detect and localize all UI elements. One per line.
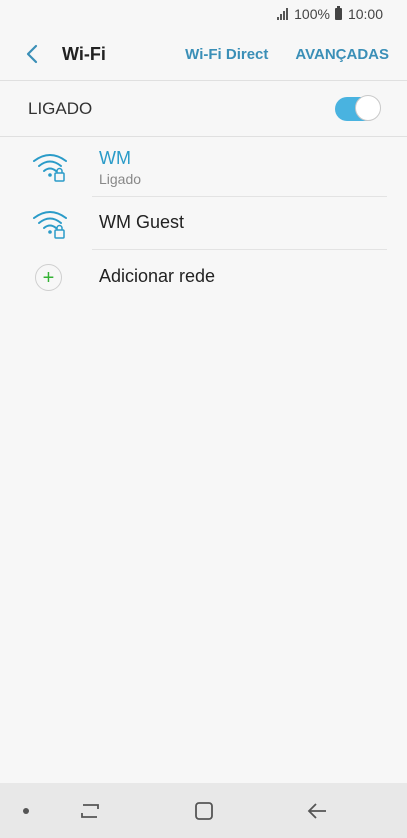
advanced-button[interactable]: AVANÇADAS bbox=[295, 46, 389, 63]
master-switch-label: LIGADO bbox=[28, 98, 93, 118]
network-item-wm-guest[interactable]: WM Guest bbox=[0, 197, 407, 249]
wifi-secured-icon bbox=[33, 211, 67, 239]
app-bar: Wi-Fi Wi-Fi Direct AVANÇADAS bbox=[0, 28, 407, 80]
navigation-bar bbox=[0, 783, 407, 838]
wifi-secured-icon bbox=[33, 154, 67, 182]
wifi-direct-button[interactable]: Wi-Fi Direct bbox=[185, 46, 268, 63]
battery-icon bbox=[334, 6, 342, 20]
network-status: Ligado bbox=[99, 171, 142, 187]
recent-apps-icon[interactable] bbox=[76, 797, 104, 825]
back-nav-icon[interactable] bbox=[303, 797, 331, 825]
network-name: WM Guest bbox=[99, 212, 185, 232]
wifi-toggle[interactable] bbox=[335, 94, 381, 121]
add-network-label: Adicionar rede bbox=[99, 266, 216, 286]
wifi-master-switch-row[interactable]: LIGADO bbox=[0, 81, 407, 136]
plus-icon: + bbox=[35, 264, 62, 291]
network-item-wm[interactable]: WM Ligado bbox=[0, 140, 407, 196]
battery-percent: 100% bbox=[294, 6, 330, 22]
add-network-item[interactable]: + Adicionar rede bbox=[0, 250, 407, 304]
home-icon[interactable] bbox=[190, 797, 218, 825]
back-arrow-icon[interactable] bbox=[20, 42, 44, 66]
master-divider bbox=[0, 136, 407, 137]
page-title: Wi-Fi bbox=[62, 43, 106, 64]
toggle-knob bbox=[355, 94, 381, 121]
status-bar: 100% 10:00 bbox=[0, 0, 407, 28]
hide-nav-dot-icon[interactable] bbox=[12, 797, 40, 825]
signal-icon bbox=[277, 8, 289, 20]
clock: 10:00 bbox=[347, 6, 383, 22]
network-name: WM bbox=[99, 148, 131, 168]
